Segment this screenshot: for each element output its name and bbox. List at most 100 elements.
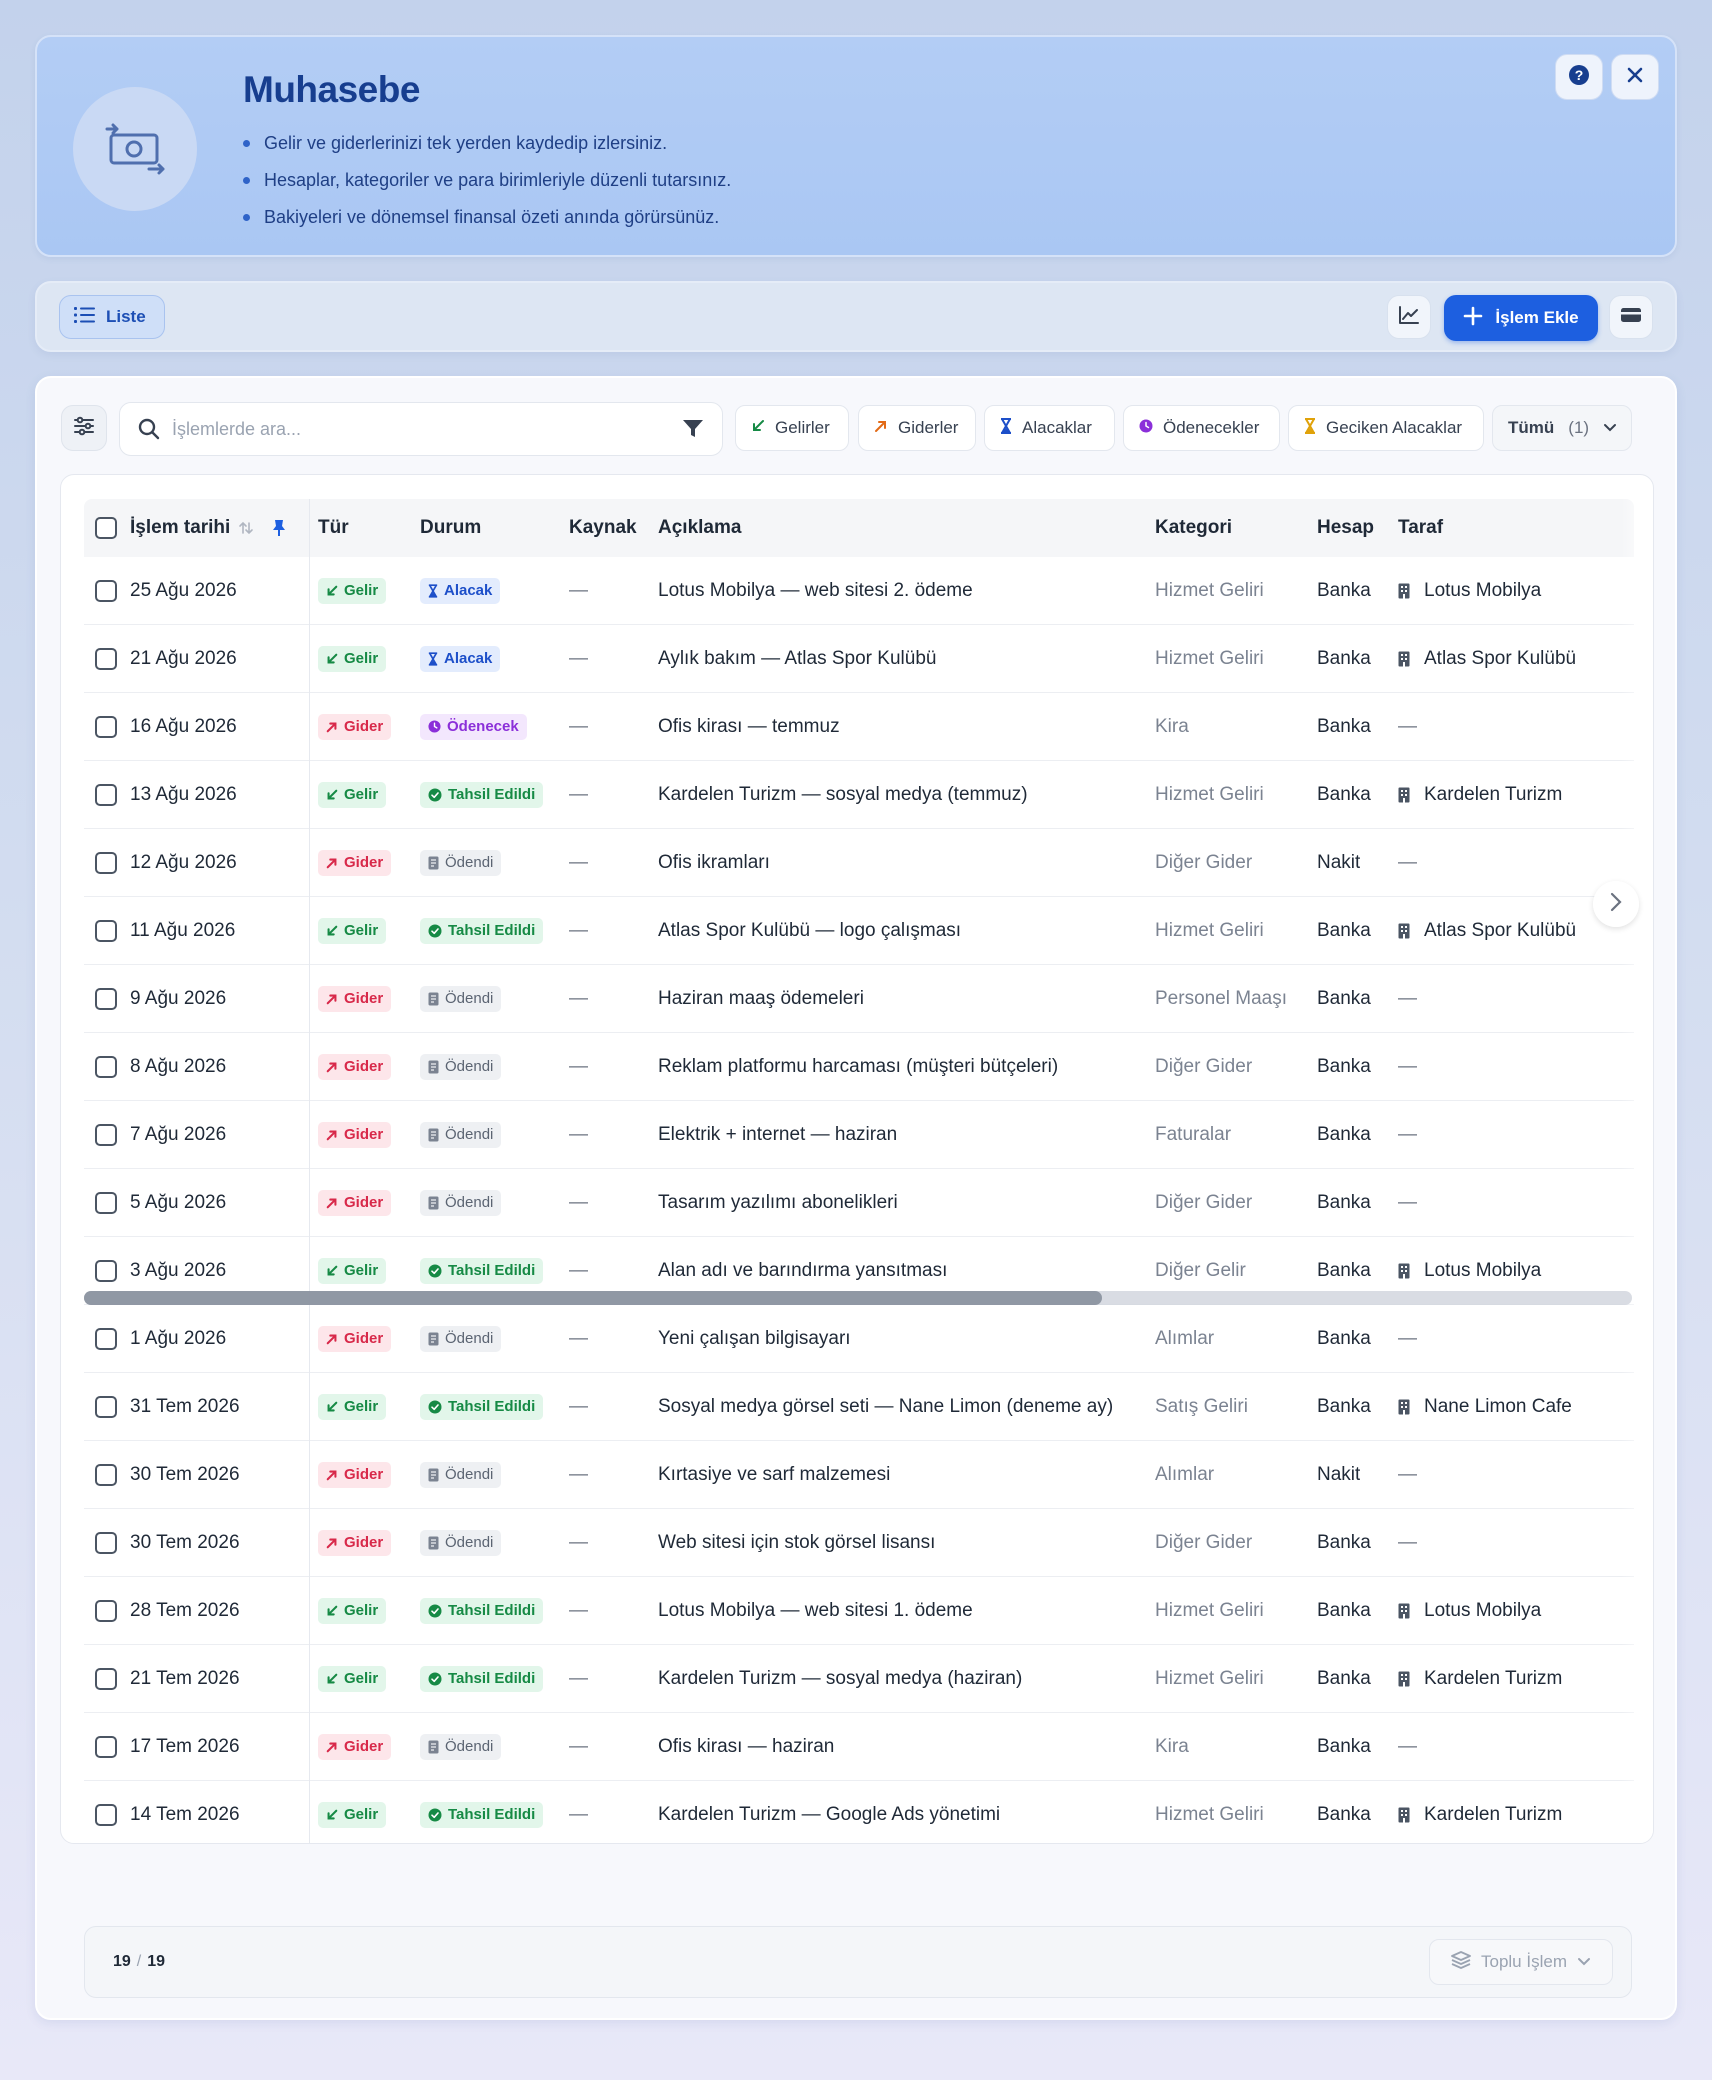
receipt-icon bbox=[428, 1332, 439, 1346]
table-row[interactable]: 5 Ağu 2026 Gider Ödendi — Tasarım yazılımı a… bbox=[84, 1169, 1634, 1237]
type-cell: Gelir bbox=[318, 1781, 387, 1843]
account-cell: Banka bbox=[1317, 1667, 1371, 1689]
party-cell[interactable]: Nane Limon Cafe bbox=[1398, 1373, 1598, 1440]
column-settings-button[interactable] bbox=[61, 405, 107, 451]
category-cell: Satış Geliri bbox=[1155, 1395, 1248, 1417]
chip-gelirler[interactable]: Gelirler bbox=[735, 405, 849, 451]
col-source[interactable]: Kaynak bbox=[569, 499, 637, 557]
col-category[interactable]: Kategori bbox=[1155, 499, 1232, 557]
receipt-icon bbox=[428, 1196, 439, 1210]
party-cell[interactable]: Lotus Mobilya bbox=[1398, 557, 1598, 624]
table-row[interactable]: 8 Ağu 2026 Gider Ödendi — Reklam platformu h… bbox=[84, 1033, 1634, 1101]
type-badge: Gelir bbox=[318, 645, 387, 672]
account-cell: Banka bbox=[1317, 1055, 1371, 1077]
party-cell[interactable]: Kardelen Turizm bbox=[1398, 761, 1598, 828]
party-cell[interactable]: Kardelen Turizm bbox=[1398, 1781, 1598, 1843]
table-row[interactable]: 21 Ağu 2026 Gelir Alacak — Aylık bakım — Atl… bbox=[84, 625, 1634, 693]
status-cell: Tahsil Edildi bbox=[420, 897, 544, 964]
status-cell: Ödendi bbox=[420, 1169, 502, 1236]
chip-odenecekler[interactable]: Ödenecekler bbox=[1123, 405, 1280, 451]
add-transaction-button[interactable]: İşlem Ekle bbox=[1444, 295, 1598, 341]
table-row[interactable]: 28 Tem 2026 Gelir Tahsil Edildi — Lotus Mobi… bbox=[84, 1577, 1634, 1645]
status-cell: Ödendi bbox=[420, 1101, 502, 1168]
arrow-down-left-icon bbox=[326, 1809, 338, 1821]
type-badge: Gider bbox=[318, 1461, 392, 1488]
table-row[interactable]: 12 Ağu 2026 Gider Ödendi — Ofis ikramları Diğ… bbox=[84, 829, 1634, 897]
bulk-action-button[interactable]: Toplu İşlem bbox=[1429, 1939, 1613, 1985]
arrow-down-left-icon bbox=[326, 1265, 338, 1277]
col-status[interactable]: Durum bbox=[420, 499, 481, 557]
feature-list: Gelir ve giderlerinizi tek yerden kayded… bbox=[243, 125, 731, 236]
party-cell: — bbox=[1398, 1463, 1417, 1485]
wallet-button[interactable] bbox=[1609, 295, 1653, 339]
table-row[interactable]: 16 Ağu 2026 Gider Ödenecek — Ofis kirası — t… bbox=[84, 693, 1634, 761]
close-button[interactable] bbox=[1611, 54, 1659, 100]
party-cell[interactable]: Lotus Mobilya bbox=[1398, 1577, 1598, 1644]
feature-item: Hesaplar, kategoriler ve para birimleriy… bbox=[243, 162, 731, 199]
status-badge: Ödendi bbox=[420, 1325, 502, 1352]
status-cell: Ödendi bbox=[420, 1033, 502, 1100]
table-row[interactable]: 17 Tem 2026 Gider Ödendi — Ofis kirası — haz… bbox=[84, 1713, 1634, 1781]
party-cell[interactable]: Kardelen Turizm bbox=[1398, 1645, 1598, 1712]
status-cell: Ödendi bbox=[420, 1509, 502, 1576]
chip-geciken-alacaklar[interactable]: Geciken Alacaklar bbox=[1288, 405, 1484, 451]
filter-icon[interactable] bbox=[682, 419, 704, 439]
type-cell: Gider bbox=[318, 693, 392, 760]
table-row[interactable]: 9 Ağu 2026 Gider Ödendi — Haziran maaş ödeme… bbox=[84, 965, 1634, 1033]
status-badge: Ödendi bbox=[420, 1053, 502, 1080]
account-cell: Banka bbox=[1317, 647, 1371, 669]
description-cell: Kırtasiye ve sarf malzemesi bbox=[658, 1463, 891, 1485]
table-row[interactable]: 1 Ağu 2026 Gider Ödendi — Yeni çalışan bilgi… bbox=[84, 1305, 1634, 1373]
category-cell: Diğer Gider bbox=[1155, 1531, 1253, 1553]
table-row[interactable]: 21 Tem 2026 Gelir Tahsil Edildi — Kardelen T… bbox=[84, 1645, 1634, 1713]
type-badge: Gider bbox=[318, 1053, 392, 1080]
source-cell: — bbox=[569, 1667, 588, 1689]
table-row[interactable]: 14 Tem 2026 Gelir Tahsil Edildi — Kardelen T… bbox=[84, 1781, 1634, 1843]
chart-view-button[interactable] bbox=[1387, 295, 1431, 339]
party-cell: — bbox=[1398, 987, 1417, 1009]
table-row[interactable]: 7 Ağu 2026 Gider Ödendi — Elektrik + interne… bbox=[84, 1101, 1634, 1169]
arrow-down-left-icon bbox=[326, 653, 338, 665]
category-cell: Diğer Gider bbox=[1155, 851, 1253, 873]
table-row[interactable]: 25 Ağu 2026 Gelir Alacak — Lotus Mobilya — w… bbox=[84, 557, 1634, 625]
building-icon bbox=[1398, 1671, 1410, 1687]
wallet-icon bbox=[1620, 306, 1642, 329]
source-cell: — bbox=[569, 1463, 588, 1485]
category-cell: Faturalar bbox=[1155, 1123, 1232, 1145]
arrow-up-right-icon bbox=[326, 721, 338, 733]
table-row[interactable]: 30 Tem 2026 Gider Ödendi — Kırtasiye ve sarf… bbox=[84, 1441, 1634, 1509]
description-cell: Ofis ikramları bbox=[658, 851, 770, 873]
type-cell: Gider bbox=[318, 1101, 392, 1168]
table-row[interactable]: 13 Ağu 2026 Gelir Tahsil Edildi — Kardelen T… bbox=[84, 761, 1634, 829]
type-badge: Gider bbox=[318, 1189, 392, 1216]
col-description[interactable]: Açıklama bbox=[658, 499, 741, 557]
party-cell[interactable]: Atlas Spor Kulübü bbox=[1398, 625, 1598, 692]
list-icon bbox=[74, 306, 96, 329]
source-cell: — bbox=[569, 1531, 588, 1553]
all-filter-dropdown[interactable]: Tümü (1) bbox=[1492, 405, 1632, 451]
search-input[interactable] bbox=[172, 418, 642, 440]
status-badge: Tahsil Edildi bbox=[420, 1801, 544, 1828]
building-icon bbox=[1398, 923, 1410, 939]
arrow-down-left-icon bbox=[326, 925, 338, 937]
list-view-button[interactable]: Liste bbox=[59, 295, 165, 339]
type-badge: Gider bbox=[318, 985, 392, 1012]
col-account[interactable]: Hesap bbox=[1317, 499, 1374, 557]
col-party[interactable]: Taraf bbox=[1398, 499, 1443, 557]
type-badge: Gider bbox=[318, 849, 392, 876]
arrow-up-right-icon bbox=[326, 1741, 338, 1753]
scrollbar-thumb[interactable] bbox=[84, 1291, 1102, 1305]
chip-giderler[interactable]: Giderler bbox=[858, 405, 976, 451]
arrow-up-right-icon bbox=[326, 1129, 338, 1141]
help-button[interactable]: ? bbox=[1555, 54, 1603, 100]
col-type[interactable]: Tür bbox=[318, 499, 349, 557]
type-badge: Gelir bbox=[318, 1393, 387, 1420]
scroll-right-button[interactable] bbox=[1593, 881, 1639, 927]
chip-alacaklar[interactable]: Alacaklar bbox=[984, 405, 1115, 451]
table-row[interactable]: 30 Tem 2026 Gider Ödendi — Web sitesi için s… bbox=[84, 1509, 1634, 1577]
table-row[interactable]: 31 Tem 2026 Gelir Tahsil Edildi — Sosyal med… bbox=[84, 1373, 1634, 1441]
chevron-right-icon bbox=[1610, 892, 1622, 917]
hourglass-icon bbox=[428, 583, 438, 598]
party-cell[interactable]: Atlas Spor Kulübü bbox=[1398, 897, 1598, 964]
table-row[interactable]: 11 Ağu 2026 Gelir Tahsil Edildi — Atlas Spor… bbox=[84, 897, 1634, 965]
